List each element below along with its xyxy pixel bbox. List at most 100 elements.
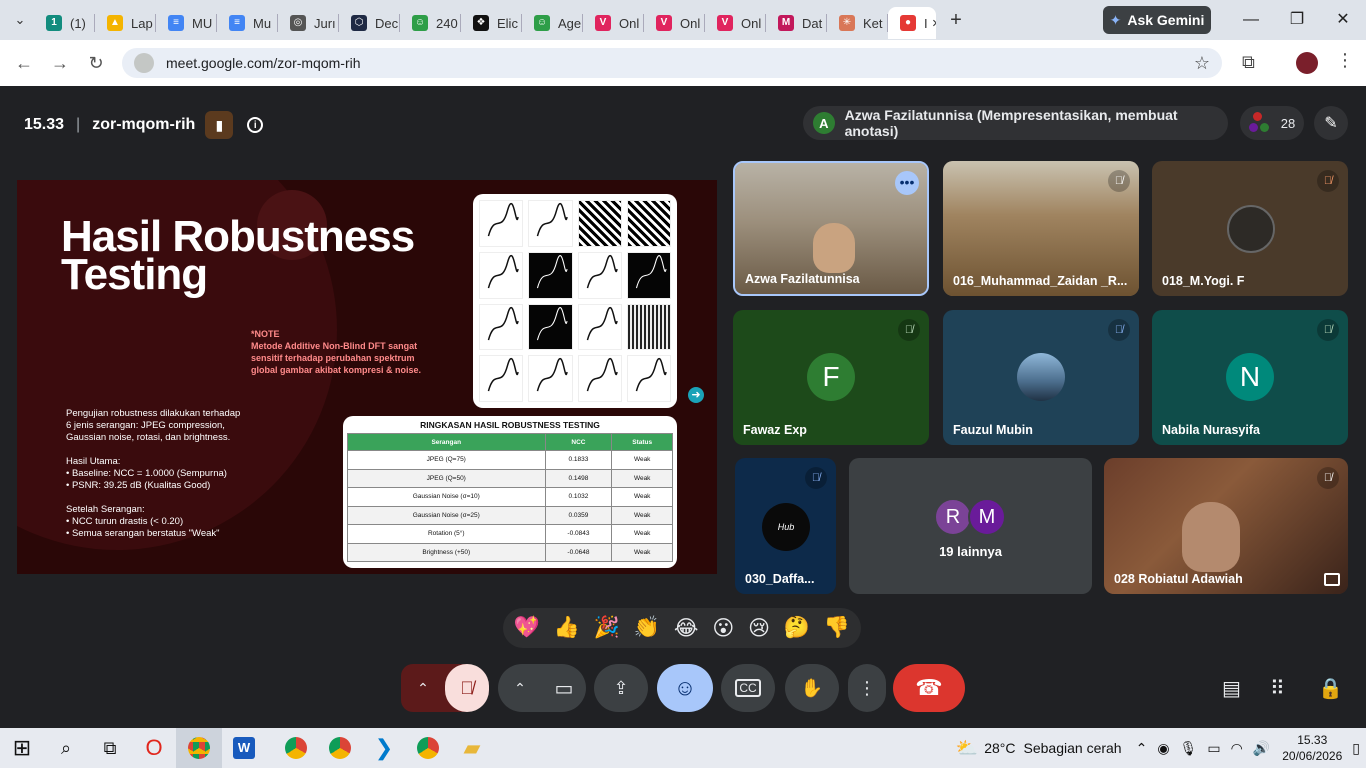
host-controls-icon[interactable]: 🔒 [1318,676,1343,701]
browser-tab[interactable]: ❖ Elic [461,7,521,39]
reaction-emoji-button[interactable]: 👎 [824,616,850,640]
annotate-pen-icon[interactable]: ✎ [1314,106,1348,140]
browser-tab[interactable]: ≡ MU [156,7,216,39]
browser-tab[interactable]: V Onl [583,7,643,39]
start-button[interactable]: ⊞ [0,728,44,768]
restore-button[interactable]: ❐ [1274,8,1320,32]
browser-tab[interactable]: ● I ✕ [888,7,936,39]
participant-photo: Hub [762,503,810,551]
reactions-button[interactable]: ☺ [657,664,713,712]
tray-chevron-icon[interactable]: ⌃ [1136,740,1148,757]
close-window-button[interactable]: ✕ [1320,8,1366,32]
address-bar[interactable]: meet.google.com/zor-mqom-rih ☆ [122,48,1222,78]
browser-tab[interactable]: ▲ Lap [95,7,155,39]
clock[interactable]: 15.33 20/06/2026 [1282,732,1342,764]
door-icon[interactable]: ▮ [205,111,234,139]
video-options-chevron-icon[interactable]: ⌃ [498,680,542,697]
microphone-icon[interactable]: 🎙 [1180,740,1198,757]
participant-tile-yogi[interactable]: 🎙̸ 018_M.Yogi. F [1152,161,1348,296]
opera-icon[interactable]: O [132,728,176,768]
more-options-button[interactable]: ⋮ [848,664,886,712]
browser-tab[interactable]: V Onl [705,7,765,39]
participant-tile-fawaz[interactable]: F 🎙̸ Fawaz Exp [733,310,929,445]
meet-tray-icon[interactable]: ◉ [1157,740,1169,757]
participant-name: Fauzul Mubin [953,423,1033,437]
reaction-emoji-button[interactable]: 🎉 [594,616,620,640]
forward-button[interactable]: → [42,45,78,81]
reaction-emoji-button[interactable]: 👏 [634,616,660,640]
mic-off-button[interactable]: 🎙̸ [445,664,489,712]
extensions-icon[interactable]: ⧉ [1242,52,1255,73]
browser-tab[interactable]: ✳ Ket [827,7,887,39]
others-tile[interactable]: R M 19 lainnya [849,458,1092,594]
site-info-icon[interactable] [134,53,154,73]
chrome-profile-icon-3[interactable] [406,728,450,768]
chat-icon[interactable]: ▤ [1222,676,1241,701]
word-icon[interactable]: W [222,728,266,768]
meeting-details-icon[interactable]: i [247,117,264,133]
weather-icon[interactable]: ⛅ [956,738,978,759]
bookmark-star-icon[interactable]: ☆ [1194,53,1210,74]
tab-favicon-icon: V [595,15,611,31]
browser-tab[interactable]: ◎ Jurı [278,7,338,39]
present-screen-button[interactable]: ⇪ [594,664,648,712]
tab-search-button[interactable]: ⌄ [6,6,34,34]
participant-tile-daffa[interactable]: Hub 🎙̸ 030_Daffa... [735,458,836,594]
search-icon[interactable]: ⌕ [44,728,88,768]
captions-button[interactable]: CC [721,664,775,712]
reaction-emoji-button[interactable]: 👍 [554,616,580,640]
reaction-emoji-button[interactable]: 🤔 [784,616,810,640]
profile-avatar[interactable] [1296,52,1318,74]
muted-mic-icon: 🎙̸ [1108,319,1130,341]
more-options-icon[interactable]: ••• [895,171,919,195]
participant-tile-azwa[interactable]: ••• Azwa Fazilatunnisa [733,161,929,296]
browser-tab[interactable]: 1 (1) [34,7,94,39]
new-tab-button[interactable]: + [942,6,970,34]
participant-tile-robiatul[interactable]: 🎙̸ 028 Robiatul Adawiah [1104,458,1348,594]
minimize-button[interactable]: — [1228,8,1274,32]
summary-table-title: RINGKASAN HASIL ROBUSTNESS TESTING [420,420,600,430]
chrome-profile-icon[interactable] [274,728,318,768]
leave-call-button[interactable]: ☎ [893,664,965,712]
ask-gemini-button[interactable]: ✦ Ask Gemini [1103,6,1211,34]
wifi-icon[interactable]: ◠ [1231,740,1243,757]
raise-hand-button[interactable]: ✋ [785,664,839,712]
volume-icon[interactable]: 🔊 [1253,740,1270,757]
reaction-emoji-button[interactable]: 😢 [748,616,770,641]
chrome-profile-icon-2[interactable] [318,728,362,768]
pip-icon[interactable] [1324,573,1340,586]
participant-tile-nabila[interactable]: N 🎙̸ Nabila Nurasyifa [1152,310,1348,445]
browser-menu-icon[interactable]: ⋮ [1336,50,1354,71]
next-arrow-icon[interactable]: ➜ [688,387,704,403]
vscode-icon[interactable]: ❯ [362,728,406,768]
table-cell: Gaussian Noise (σ=10) [347,487,546,507]
attack-thumbnail [626,355,671,402]
weather-description[interactable]: Sebagian cerah [1024,740,1122,756]
browser-tab[interactable]: ☺ Age [522,7,582,39]
browser-tab[interactable]: M Dat [766,7,826,39]
notification-icon[interactable]: ▯ [1352,740,1360,757]
reaction-emoji-button[interactable]: 😂 [674,616,699,641]
close-tab-icon[interactable]: ✕ [932,17,936,30]
browser-tab[interactable]: ☺ 240 [400,7,460,39]
task-view-icon[interactable]: ⧉ [88,728,132,768]
reaction-emoji-button[interactable]: 💖 [514,616,540,640]
browser-tab[interactable]: V Onl [644,7,704,39]
participants-button[interactable]: 28 [1240,106,1304,140]
participant-tile-fauzul[interactable]: 🎙̸ Fauzul Mubin [943,310,1139,445]
audio-options-chevron-icon[interactable]: ⌃ [401,680,445,697]
chrome-taskbar-icon[interactable] [176,728,222,768]
presenter-indicator[interactable]: A Azwa Fazilatunnisa (Mempresentasikan, … [803,106,1228,140]
participant-count: 28 [1280,115,1296,131]
camera-button[interactable]: ▭ [542,676,586,701]
weather-temp[interactable]: 28°C [984,740,1015,756]
participant-tile-zaidan[interactable]: 🎙̸ 016_Muhammad_Zaidan _R... [943,161,1139,296]
browser-tab[interactable]: ⬡ Dec [339,7,399,39]
battery-icon[interactable]: ▭ [1207,740,1220,757]
back-button[interactable]: ← [6,45,42,81]
reaction-emoji-button[interactable]: 😮 [712,616,734,641]
browser-tab[interactable]: ≡ Mu [217,7,277,39]
activities-icon[interactable]: ⠿ [1270,676,1285,701]
file-explorer-icon[interactable]: ▰ [450,728,494,768]
reload-button[interactable]: ↻ [78,45,114,81]
